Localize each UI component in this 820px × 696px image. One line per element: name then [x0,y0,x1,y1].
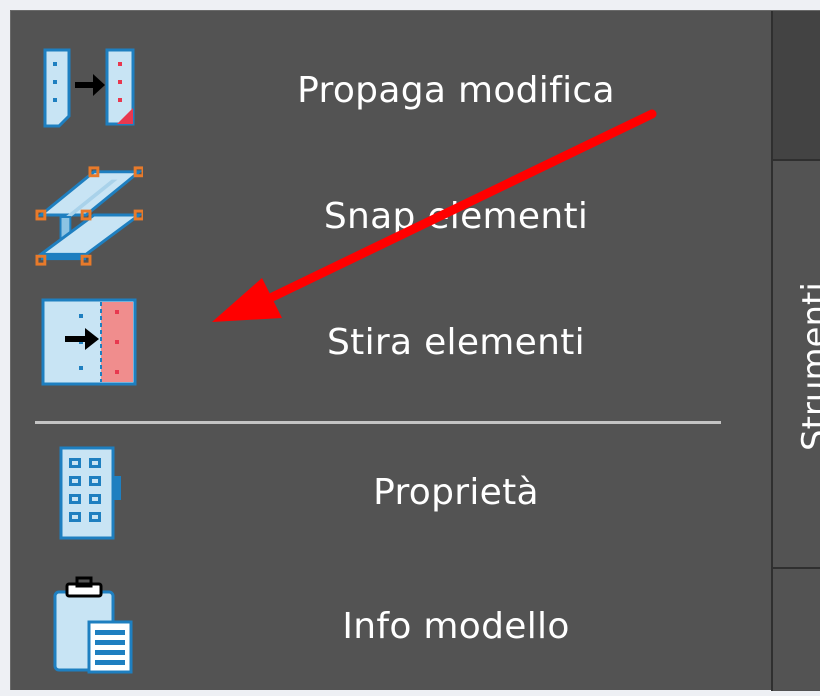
menu-item-stira-elementi[interactable]: Stira elementi [11,279,771,405]
properties-icon [35,429,143,555]
menu-item-label: Proprietà [373,471,539,513]
menu-item-label: Propaga modifica [297,69,615,111]
menu-item-info-modello[interactable]: Info modello [11,563,771,689]
menu-item-label: Snap elementi [323,195,589,237]
snap-elements-icon [35,153,143,279]
menu-item-snap-elementi[interactable]: Snap elementi [11,153,771,279]
menu-separator [35,421,721,424]
menu-item-label: Info modello [342,605,570,647]
menu-item-proprieta[interactable]: Proprietà [11,429,771,555]
model-info-icon [35,563,143,689]
side-tab-divider [773,567,820,569]
stretch-elements-icon [35,279,143,405]
tools-menu-panel: Propaga modifica Snap elementi Stira ele… [10,10,820,691]
side-tab-header [773,11,820,161]
propagate-change-icon [35,27,143,153]
menu-item-label: Stira elementi [327,321,585,363]
strumenti-side-tab[interactable]: Strumenti [771,11,820,691]
menu-item-propaga-modifica[interactable]: Propaga modifica [11,27,771,153]
side-tab-label: Strumenti [795,282,820,451]
